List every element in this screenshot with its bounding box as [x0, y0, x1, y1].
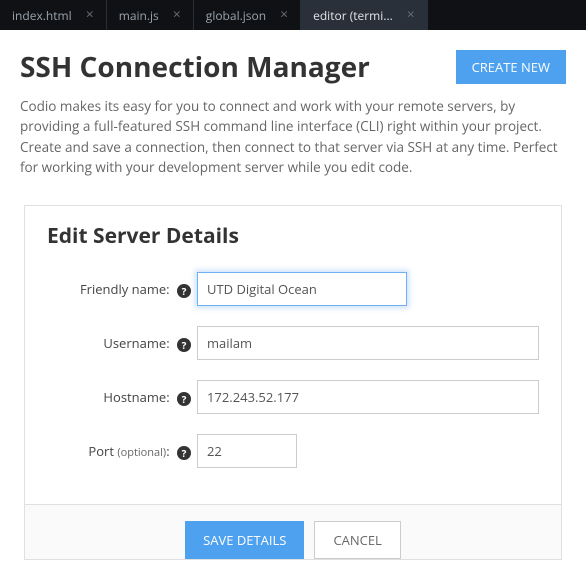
hostname-label: Hostname: ? — [47, 388, 197, 406]
page-content: SSH Connection Manager CREATE NEW Codio … — [0, 30, 586, 580]
field-hostname: Hostname: ? — [25, 370, 561, 424]
button-bar: SAVE DETAILS CANCEL — [25, 504, 561, 559]
tab-label: main.js — [119, 7, 159, 24]
help-icon[interactable]: ? — [177, 284, 191, 298]
tab-label: index.html — [12, 7, 72, 24]
intro-text: Codio makes its easy for you to connect … — [20, 96, 566, 177]
editor-tabs: index.html × main.js × global.json × edi… — [0, 0, 586, 30]
close-icon[interactable]: × — [173, 8, 181, 22]
label-text: Hostname: — [103, 388, 169, 406]
port-input[interactable] — [197, 434, 297, 468]
close-icon[interactable]: × — [86, 8, 94, 22]
port-input-wrap — [197, 434, 297, 468]
field-port: Port (optional): ? — [25, 424, 561, 478]
tab-global-json[interactable]: global.json × — [194, 0, 301, 30]
optional-text: (optional) — [117, 445, 166, 460]
tab-label: editor (termi... — [313, 7, 393, 24]
hostname-input[interactable] — [197, 380, 539, 414]
tab-editor-terminal[interactable]: editor (termi... × — [301, 0, 428, 30]
port-label: Port (optional): ? — [47, 442, 197, 460]
card-title: Edit Server Details — [25, 206, 561, 262]
help-icon[interactable]: ? — [177, 392, 191, 406]
friendly-name-input[interactable] — [197, 272, 407, 306]
username-input-wrap — [197, 326, 539, 360]
edit-server-card: Edit Server Details Friendly name: ? Use… — [24, 205, 562, 560]
cancel-button[interactable]: CANCEL — [314, 521, 400, 559]
friendly-name-input-wrap — [197, 272, 539, 306]
close-icon[interactable]: × — [280, 8, 288, 22]
tab-index-html[interactable]: index.html × — [0, 0, 107, 30]
username-input[interactable] — [197, 326, 539, 360]
friendly-name-label: Friendly name: ? — [47, 280, 197, 298]
label-text: Username: — [103, 334, 169, 352]
create-new-button[interactable]: CREATE NEW — [456, 50, 566, 84]
tab-main-js[interactable]: main.js × — [107, 0, 194, 30]
hostname-input-wrap — [197, 380, 539, 414]
help-icon[interactable]: ? — [177, 338, 191, 352]
tab-label: global.json — [206, 7, 266, 24]
page-header: SSH Connection Manager CREATE NEW — [20, 48, 566, 86]
username-label: Username: ? — [47, 334, 197, 352]
close-icon[interactable]: × — [407, 8, 415, 22]
label-text: Friendly name: — [80, 280, 170, 298]
help-icon[interactable]: ? — [177, 446, 191, 460]
page-title: SSH Connection Manager — [20, 48, 370, 86]
label-text: Port — [88, 442, 114, 460]
label-suffix: : — [166, 442, 169, 460]
field-friendly-name: Friendly name: ? — [25, 262, 561, 316]
field-username: Username: ? — [25, 316, 561, 370]
save-details-button[interactable]: SAVE DETAILS — [185, 521, 304, 559]
